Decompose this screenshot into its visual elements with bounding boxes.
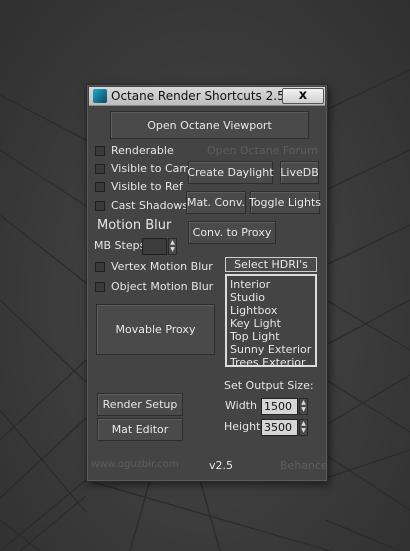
- width-label: Width: [225, 399, 257, 412]
- select-hdris-button[interactable]: Select HDRI's: [225, 257, 317, 272]
- octane-app-icon: [93, 89, 107, 103]
- octane-shortcuts-window: Octane Render Shortcuts 2.5 x Open Octan…: [86, 84, 328, 482]
- cast-shadows-checkbox-box[interactable]: [95, 200, 105, 211]
- width-spinner-arrows[interactable]: ▲ ▼: [299, 398, 308, 415]
- list-item[interactable]: Studio: [230, 291, 312, 304]
- renderable-checkbox[interactable]: Renderable: [95, 144, 174, 157]
- visible-to-ref-checkbox[interactable]: Visible to Ref: [95, 180, 183, 193]
- motion-blur-heading: Motion Blur: [97, 218, 172, 233]
- vertex-motion-blur-checkbox-box[interactable]: [95, 261, 105, 272]
- visible-to-cam-label: Visible to Cam: [111, 162, 191, 175]
- list-item[interactable]: Top Light: [230, 330, 312, 343]
- list-item[interactable]: Key Light: [230, 317, 312, 330]
- mat-editor-button[interactable]: Mat Editor: [97, 418, 183, 441]
- hdri-listbox[interactable]: Interior Studio Lightbox Key Light Top L…: [225, 274, 317, 369]
- renderable-checkbox-box[interactable]: [95, 145, 105, 156]
- height-spinner-arrows[interactable]: ▲ ▼: [299, 419, 308, 436]
- list-item[interactable]: Sunny Exterior: [230, 343, 312, 356]
- vertex-motion-blur-label: Vertex Motion Blur: [111, 260, 213, 273]
- mb-steps-spinner-arrows[interactable]: ▲ ▼: [168, 238, 177, 255]
- title-bar[interactable]: Octane Render Shortcuts 2.5 x: [89, 87, 325, 106]
- cast-shadows-checkbox[interactable]: Cast Shadows: [95, 199, 188, 212]
- close-button[interactable]: x: [282, 88, 324, 104]
- visible-to-ref-label: Visible to Ref: [111, 180, 183, 193]
- output-size-heading: Set Output Size:: [224, 379, 314, 392]
- renderable-label: Renderable: [111, 144, 174, 157]
- open-octane-forum-link[interactable]: Open Octane Forum: [207, 144, 318, 157]
- vertex-motion-blur-checkbox[interactable]: Vertex Motion Blur: [95, 260, 213, 273]
- mb-steps-label: MB Steps: [94, 239, 146, 252]
- height-label: Height: [224, 420, 261, 433]
- object-motion-blur-checkbox[interactable]: Object Motion Blur: [95, 280, 213, 293]
- create-daylight-button[interactable]: Create Daylight: [187, 161, 274, 184]
- list-item[interactable]: Trees Exterior: [230, 356, 312, 369]
- list-item[interactable]: Interior: [230, 278, 312, 291]
- window-title: Octane Render Shortcuts 2.5: [111, 89, 285, 103]
- livedb-button[interactable]: LiveDB: [280, 161, 319, 184]
- height-field[interactable]: 3500: [261, 419, 298, 436]
- open-octane-viewport-button[interactable]: Open Octane Viewport: [110, 111, 309, 139]
- object-motion-blur-label: Object Motion Blur: [111, 280, 214, 293]
- toggle-lights-button[interactable]: Toggle Lights: [249, 191, 321, 214]
- width-field[interactable]: 1500: [261, 398, 298, 415]
- website-link[interactable]: www.oguzbir.com: [91, 459, 179, 470]
- list-item[interactable]: Lightbox: [230, 304, 312, 317]
- cast-shadows-label: Cast Shadows: [111, 199, 189, 212]
- version-label: v2.5: [209, 459, 234, 472]
- mat-conv-button[interactable]: Mat. Conv.: [186, 191, 246, 214]
- convert-to-proxy-button[interactable]: Conv. to Proxy: [188, 221, 276, 244]
- behance-link[interactable]: Behance: [280, 459, 328, 472]
- movable-proxy-button[interactable]: Movable Proxy: [96, 304, 215, 355]
- object-motion-blur-checkbox-box[interactable]: [95, 281, 105, 292]
- visible-to-cam-checkbox[interactable]: Visible to Cam: [95, 162, 190, 175]
- render-setup-button[interactable]: Render Setup: [97, 393, 183, 416]
- mb-steps-field[interactable]: [142, 238, 167, 255]
- visible-to-ref-checkbox-box[interactable]: [95, 181, 105, 192]
- visible-to-cam-checkbox-box[interactable]: [95, 163, 105, 174]
